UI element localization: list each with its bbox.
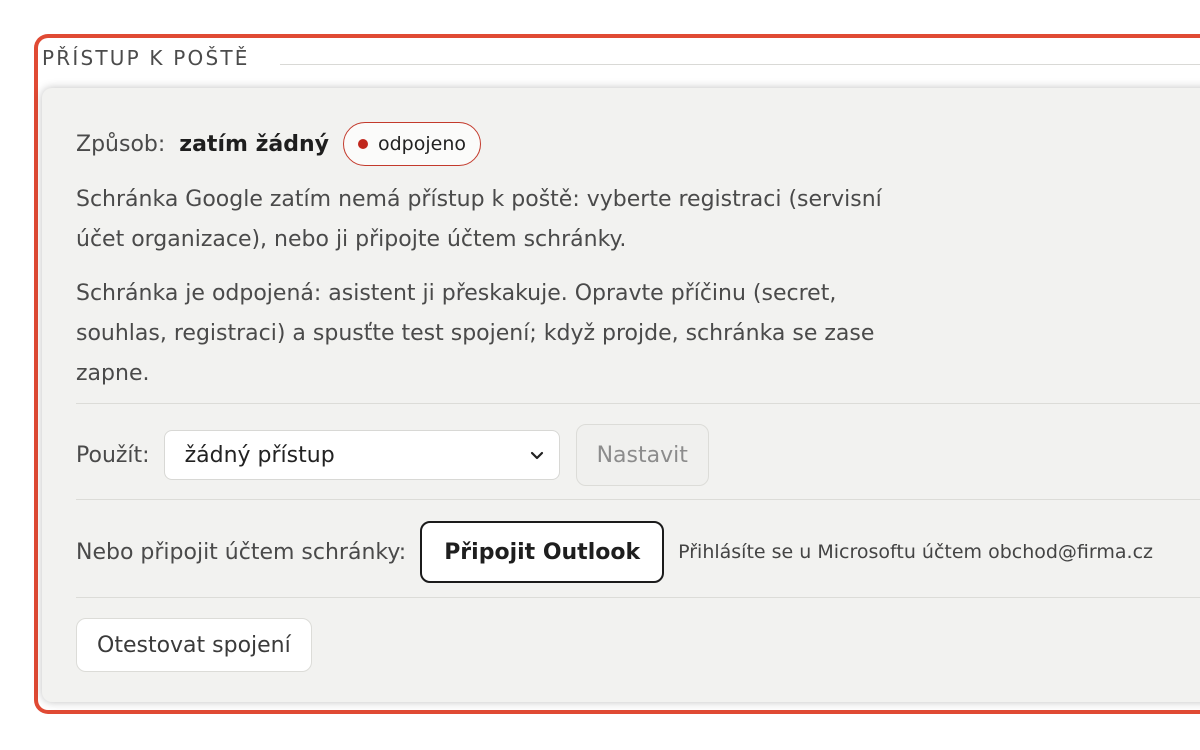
divider [76, 499, 1200, 500]
use-row: Použít: žádný přístup Nastavit [76, 424, 709, 486]
method-label: Způsob: [76, 131, 166, 157]
method-row: Způsob: zatím žádný odpojeno [76, 122, 481, 166]
test-connection-button[interactable]: Otestovat spojení [76, 618, 312, 672]
status-dot-icon [357, 139, 368, 149]
connect-hint: Přihlásíte se u Microsoftu účtem obchod@… [678, 541, 1153, 563]
use-label: Použít: [76, 442, 150, 468]
status-text: odpojeno [377, 133, 466, 155]
note-no-access: Schránka Google zatím nemá přístup k poš… [76, 187, 882, 252]
connect-row: Nebo připojit účtem schránky: Připojit O… [76, 521, 1153, 583]
access-select[interactable]: žádný přístup [163, 430, 560, 480]
note-disconnected: Schránka je odpojená: asistent ji přeska… [76, 281, 875, 386]
chevron-down-icon [530, 451, 543, 460]
connect-label: Nebo připojit účtem schránky: [76, 539, 407, 565]
divider [76, 403, 1200, 404]
divider [76, 597, 1200, 598]
status-badge: odpojeno [342, 122, 481, 166]
title-divider [280, 64, 1200, 65]
test-row: Otestovat spojení [76, 618, 312, 672]
connect-outlook-button[interactable]: Připojit Outlook [420, 521, 665, 583]
section-title: PŘÍSTUP K POŠTĚ [42, 44, 272, 72]
method-value: zatím žádný [179, 131, 329, 157]
set-button[interactable]: Nastavit [575, 424, 709, 486]
access-select-value: žádný přístup [184, 442, 335, 468]
